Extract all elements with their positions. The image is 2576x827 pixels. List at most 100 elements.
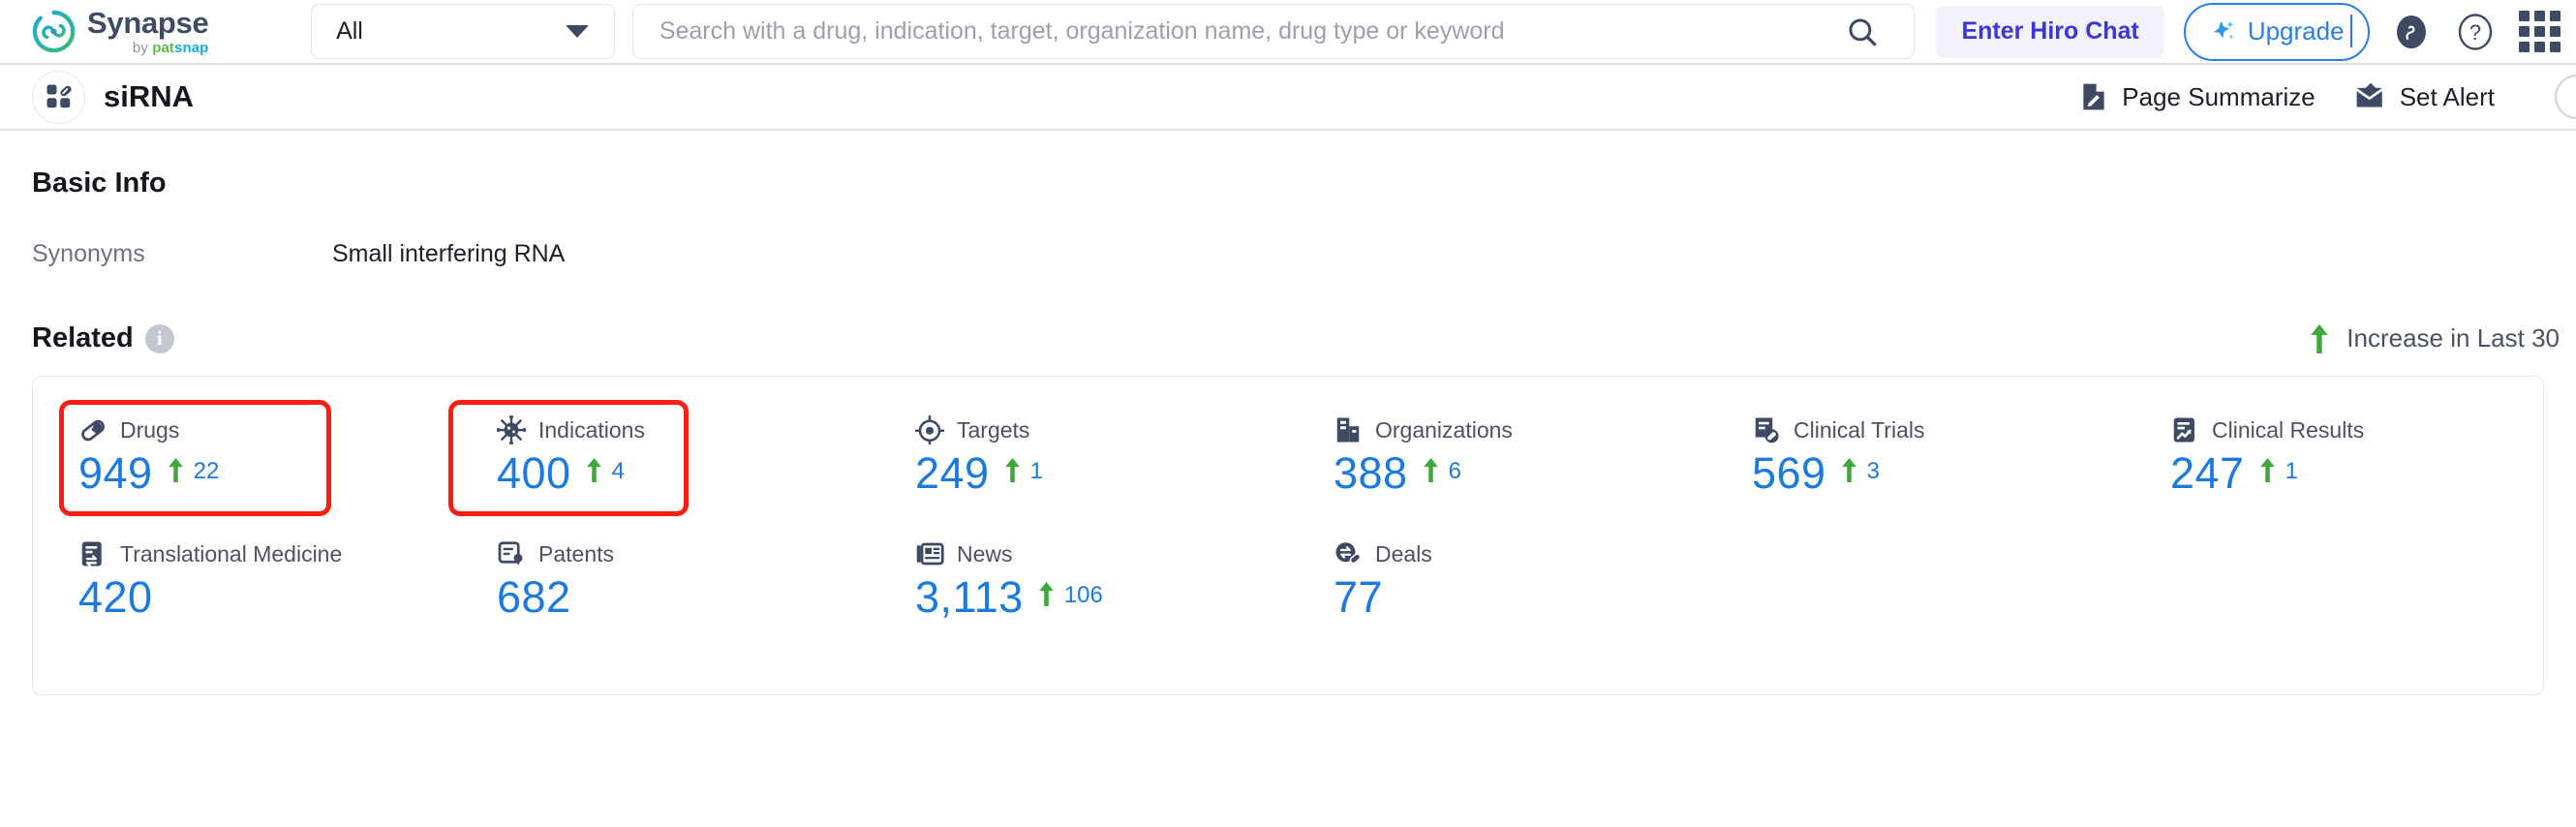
page-summarize-label: Page Summarize (2122, 81, 2315, 111)
document-pencil-icon (2083, 83, 2104, 110)
arrow-up-icon (1841, 458, 1856, 482)
stat-delta: 22 (167, 458, 219, 485)
stat-value: 400 (497, 448, 571, 498)
info-icon[interactable]: i (144, 323, 174, 353)
entity-header-bar: siRNA Page Summarize Set Alert (0, 65, 2576, 131)
search-icon[interactable] (1846, 15, 1879, 48)
synonyms-row: Synonyms Small interfering RNA (32, 240, 2544, 268)
stat-delta-value: 6 (1448, 458, 1461, 484)
enter-hiro-chat-button[interactable]: Enter Hiro Chat (1936, 5, 2164, 58)
star-sparkle-icon (2213, 20, 2233, 39)
arrow-up-icon (2311, 323, 2329, 353)
document-chart-icon (2173, 417, 2194, 443)
stat-card-drugs[interactable]: Drugs 949 22 (33, 415, 451, 539)
stat-delta: 1 (1003, 458, 1043, 485)
stat-label: Translational Medicine (120, 540, 343, 567)
stat-label: Organizations (1375, 416, 1513, 443)
synonyms-value: Small interfering RNA (332, 240, 566, 267)
stat-delta: 106 (1037, 582, 1103, 609)
stat-value: 388 (1334, 448, 1408, 498)
entity-action-group: Page Summarize Set Alert (2078, 75, 2576, 119)
pill-capsule-icon (81, 419, 105, 442)
deal-exchange-icon (1335, 542, 1362, 565)
synonyms-label: Synonyms (32, 240, 145, 267)
top-header-bar: Synapse by patsnap All Enter Hiro Chat U… (0, 0, 2576, 65)
grid-dot (2549, 26, 2561, 37)
patent-seal-icon (498, 541, 523, 566)
building-icon (1336, 417, 1360, 443)
page-title: siRNA (104, 79, 195, 113)
avatar (32, 70, 85, 124)
stat-delta-value: 1 (2285, 458, 2298, 484)
set-alert-label: Set Alert (2399, 81, 2495, 111)
apps-grid-button[interactable] (2518, 11, 2561, 53)
stat-value: 682 (497, 572, 571, 622)
document-exchange-icon (81, 541, 102, 567)
chevron-down-icon (565, 25, 589, 38)
stat-value: 569 (1752, 448, 1826, 498)
stat-delta-value: 106 (1063, 582, 1103, 608)
brand-name: Synapse (87, 6, 209, 40)
stat-value: 3,113 (915, 572, 1024, 622)
upgrade-label: Upgrade (2247, 16, 2345, 46)
text-cursor (2349, 14, 2352, 47)
brand-tagline: by patsnap (132, 40, 209, 56)
arrow-up-icon (1423, 458, 1438, 482)
stat-card-clinical-results[interactable]: Clinical Results 247 1 (2125, 415, 2543, 539)
page-summarize-button[interactable]: Page Summarize (2078, 81, 2315, 112)
drug-type-icon (46, 84, 72, 108)
stat-label: Patents (538, 540, 614, 567)
help-button[interactable]: ? (2454, 11, 2497, 53)
stat-card-clinical-trials[interactable]: Clinical Trials 569 3 (1706, 415, 2125, 539)
stat-label: Clinical Trials (1794, 416, 1925, 443)
grid-dot (2533, 26, 2545, 37)
grid-dot (2518, 11, 2530, 21)
stat-value: 420 (78, 572, 153, 622)
grid-dot (2549, 42, 2561, 52)
document-pill-icon (1755, 417, 1779, 444)
stat-card-indications[interactable]: Indications 400 4 (451, 415, 870, 539)
legend-label: Increase in Last 30 (2346, 323, 2560, 352)
newspaper-icon (916, 542, 944, 566)
synapse-logo-icon (32, 10, 76, 53)
stat-card-patents[interactable]: Patents 682 (451, 539, 870, 663)
arrow-up-icon (168, 458, 183, 482)
stat-card-news[interactable]: News 3,113 106 (870, 539, 1288, 663)
set-alert-button[interactable]: Set Alert (2354, 82, 2495, 112)
more-actions-button[interactable] (2555, 75, 2576, 119)
legend-increase: Increase in Last 30 (2308, 323, 2560, 353)
upgrade-button[interactable]: Upgrade (2183, 2, 2370, 61)
stat-delta-value: 1 (1029, 458, 1043, 484)
stat-card-organizations[interactable]: Organizations 388 6 (1288, 415, 1706, 539)
grid-dot (2533, 11, 2545, 21)
stat-value: 77 (1334, 572, 1384, 622)
stat-delta-value: 4 (611, 458, 625, 484)
grid-dot (2549, 11, 2561, 21)
entity-identity: siRNA (32, 70, 195, 124)
stat-label: Targets (957, 416, 1030, 443)
related-stats-panel: Drugs 949 22 Indications 400 4 Targets 2… (32, 376, 2544, 695)
search-box[interactable] (631, 4, 1916, 59)
stat-delta: 1 (2258, 458, 2298, 485)
svg-text:?: ? (2469, 20, 2481, 45)
stat-delta: 3 (1840, 458, 1880, 485)
brand-logo[interactable]: Synapse by patsnap (31, 8, 253, 55)
stat-value: 249 (915, 448, 990, 498)
question-mark-icon: ? (2459, 13, 2493, 50)
stat-card-targets[interactable]: Targets 249 1 (870, 415, 1288, 539)
stat-card-deals[interactable]: Deals 77 (1288, 539, 1706, 663)
patsnap-circle-icon[interactable] (2391, 11, 2434, 53)
search-input[interactable] (657, 16, 1785, 46)
grid-dot (2518, 26, 2530, 37)
stat-delta-value: 3 (1866, 458, 1880, 484)
category-select-value: All (336, 17, 363, 45)
target-crosshair-icon (915, 415, 944, 444)
patsnap-circle-icon-glyph (2397, 15, 2427, 48)
envelope-alert-icon (2356, 82, 2382, 107)
stat-label: Drugs (120, 416, 180, 443)
stat-card-translational-medicine[interactable]: Translational Medicine 420 (33, 539, 451, 663)
stat-delta: 4 (585, 458, 625, 485)
category-select[interactable]: All (311, 4, 615, 59)
main-content: Basic Info Synonyms Small interfering RN… (0, 168, 2576, 695)
related-header: Related i Increase in Last 30 (32, 322, 2560, 354)
